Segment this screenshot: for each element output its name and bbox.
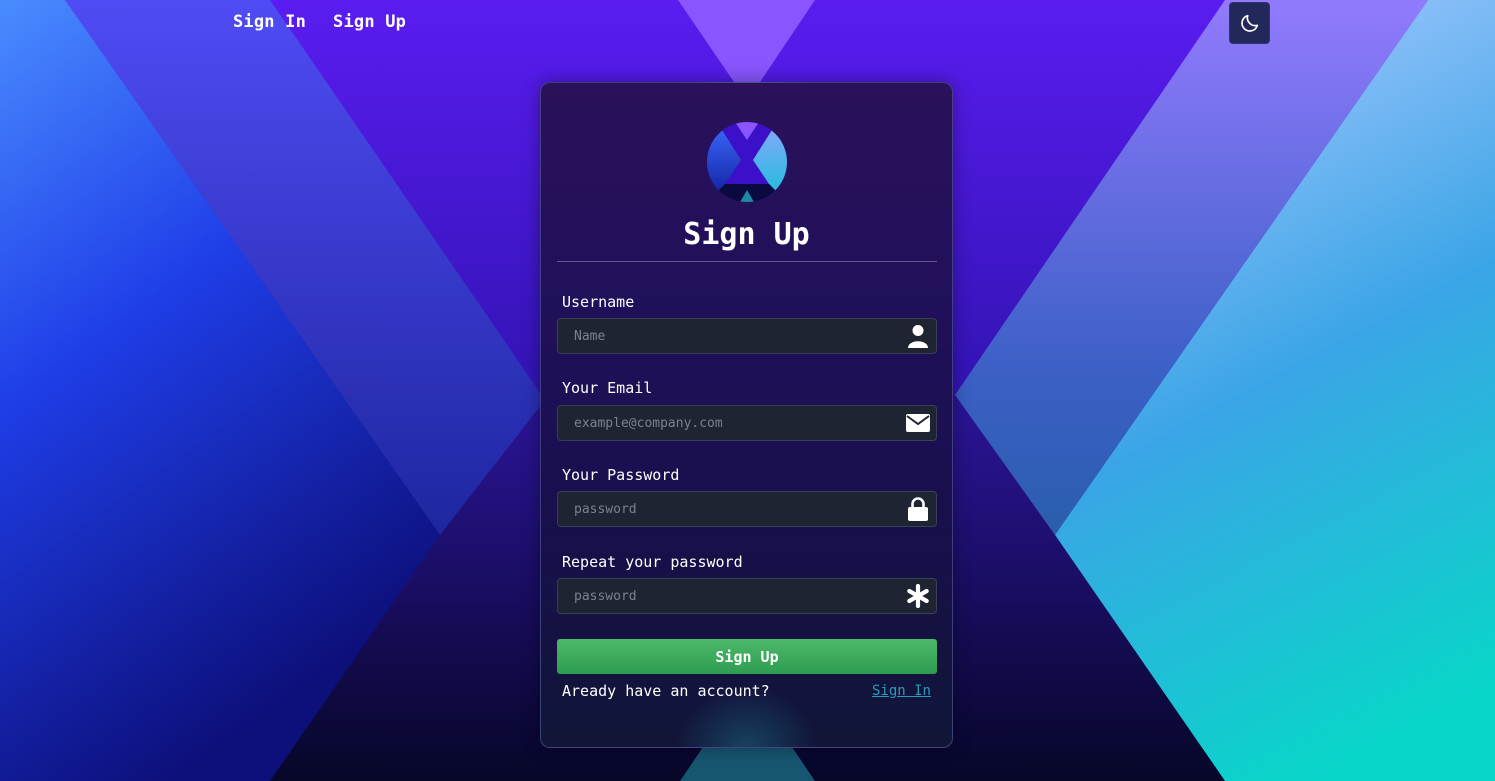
repeat-password-field bbox=[557, 578, 937, 614]
username-field bbox=[557, 318, 937, 354]
sign-up-card: Sign Up Username Your Email Your Passwor… bbox=[540, 82, 953, 748]
username-input[interactable] bbox=[558, 319, 898, 353]
repeat-password-label: Repeat your password bbox=[562, 553, 743, 571]
email-field bbox=[557, 405, 937, 441]
envelope-icon bbox=[906, 411, 930, 435]
top-nav: Sign In Sign Up bbox=[233, 12, 406, 32]
account-prompt: Aready have an account? bbox=[562, 682, 770, 700]
theme-toggle-button[interactable] bbox=[1229, 2, 1270, 44]
asterisk-icon bbox=[906, 584, 930, 608]
nav-sign-up-link[interactable]: Sign Up bbox=[333, 12, 406, 32]
email-label: Your Email bbox=[562, 379, 653, 397]
x-logo bbox=[707, 122, 787, 202]
password-field bbox=[557, 491, 937, 527]
repeat-password-input[interactable] bbox=[558, 579, 898, 613]
sign-up-button[interactable]: Sign Up bbox=[557, 639, 937, 674]
username-label: Username bbox=[562, 293, 635, 311]
password-label: Your Password bbox=[562, 466, 680, 484]
email-input[interactable] bbox=[558, 406, 898, 440]
lock-icon bbox=[906, 497, 930, 521]
password-input[interactable] bbox=[558, 492, 898, 526]
page-title: Sign Up bbox=[683, 217, 810, 252]
moon-icon bbox=[1240, 14, 1258, 32]
title-divider bbox=[557, 261, 937, 262]
sign-in-link[interactable]: Sign In bbox=[872, 683, 931, 699]
nav-sign-in-link[interactable]: Sign In bbox=[233, 12, 306, 32]
user-icon bbox=[906, 324, 930, 348]
